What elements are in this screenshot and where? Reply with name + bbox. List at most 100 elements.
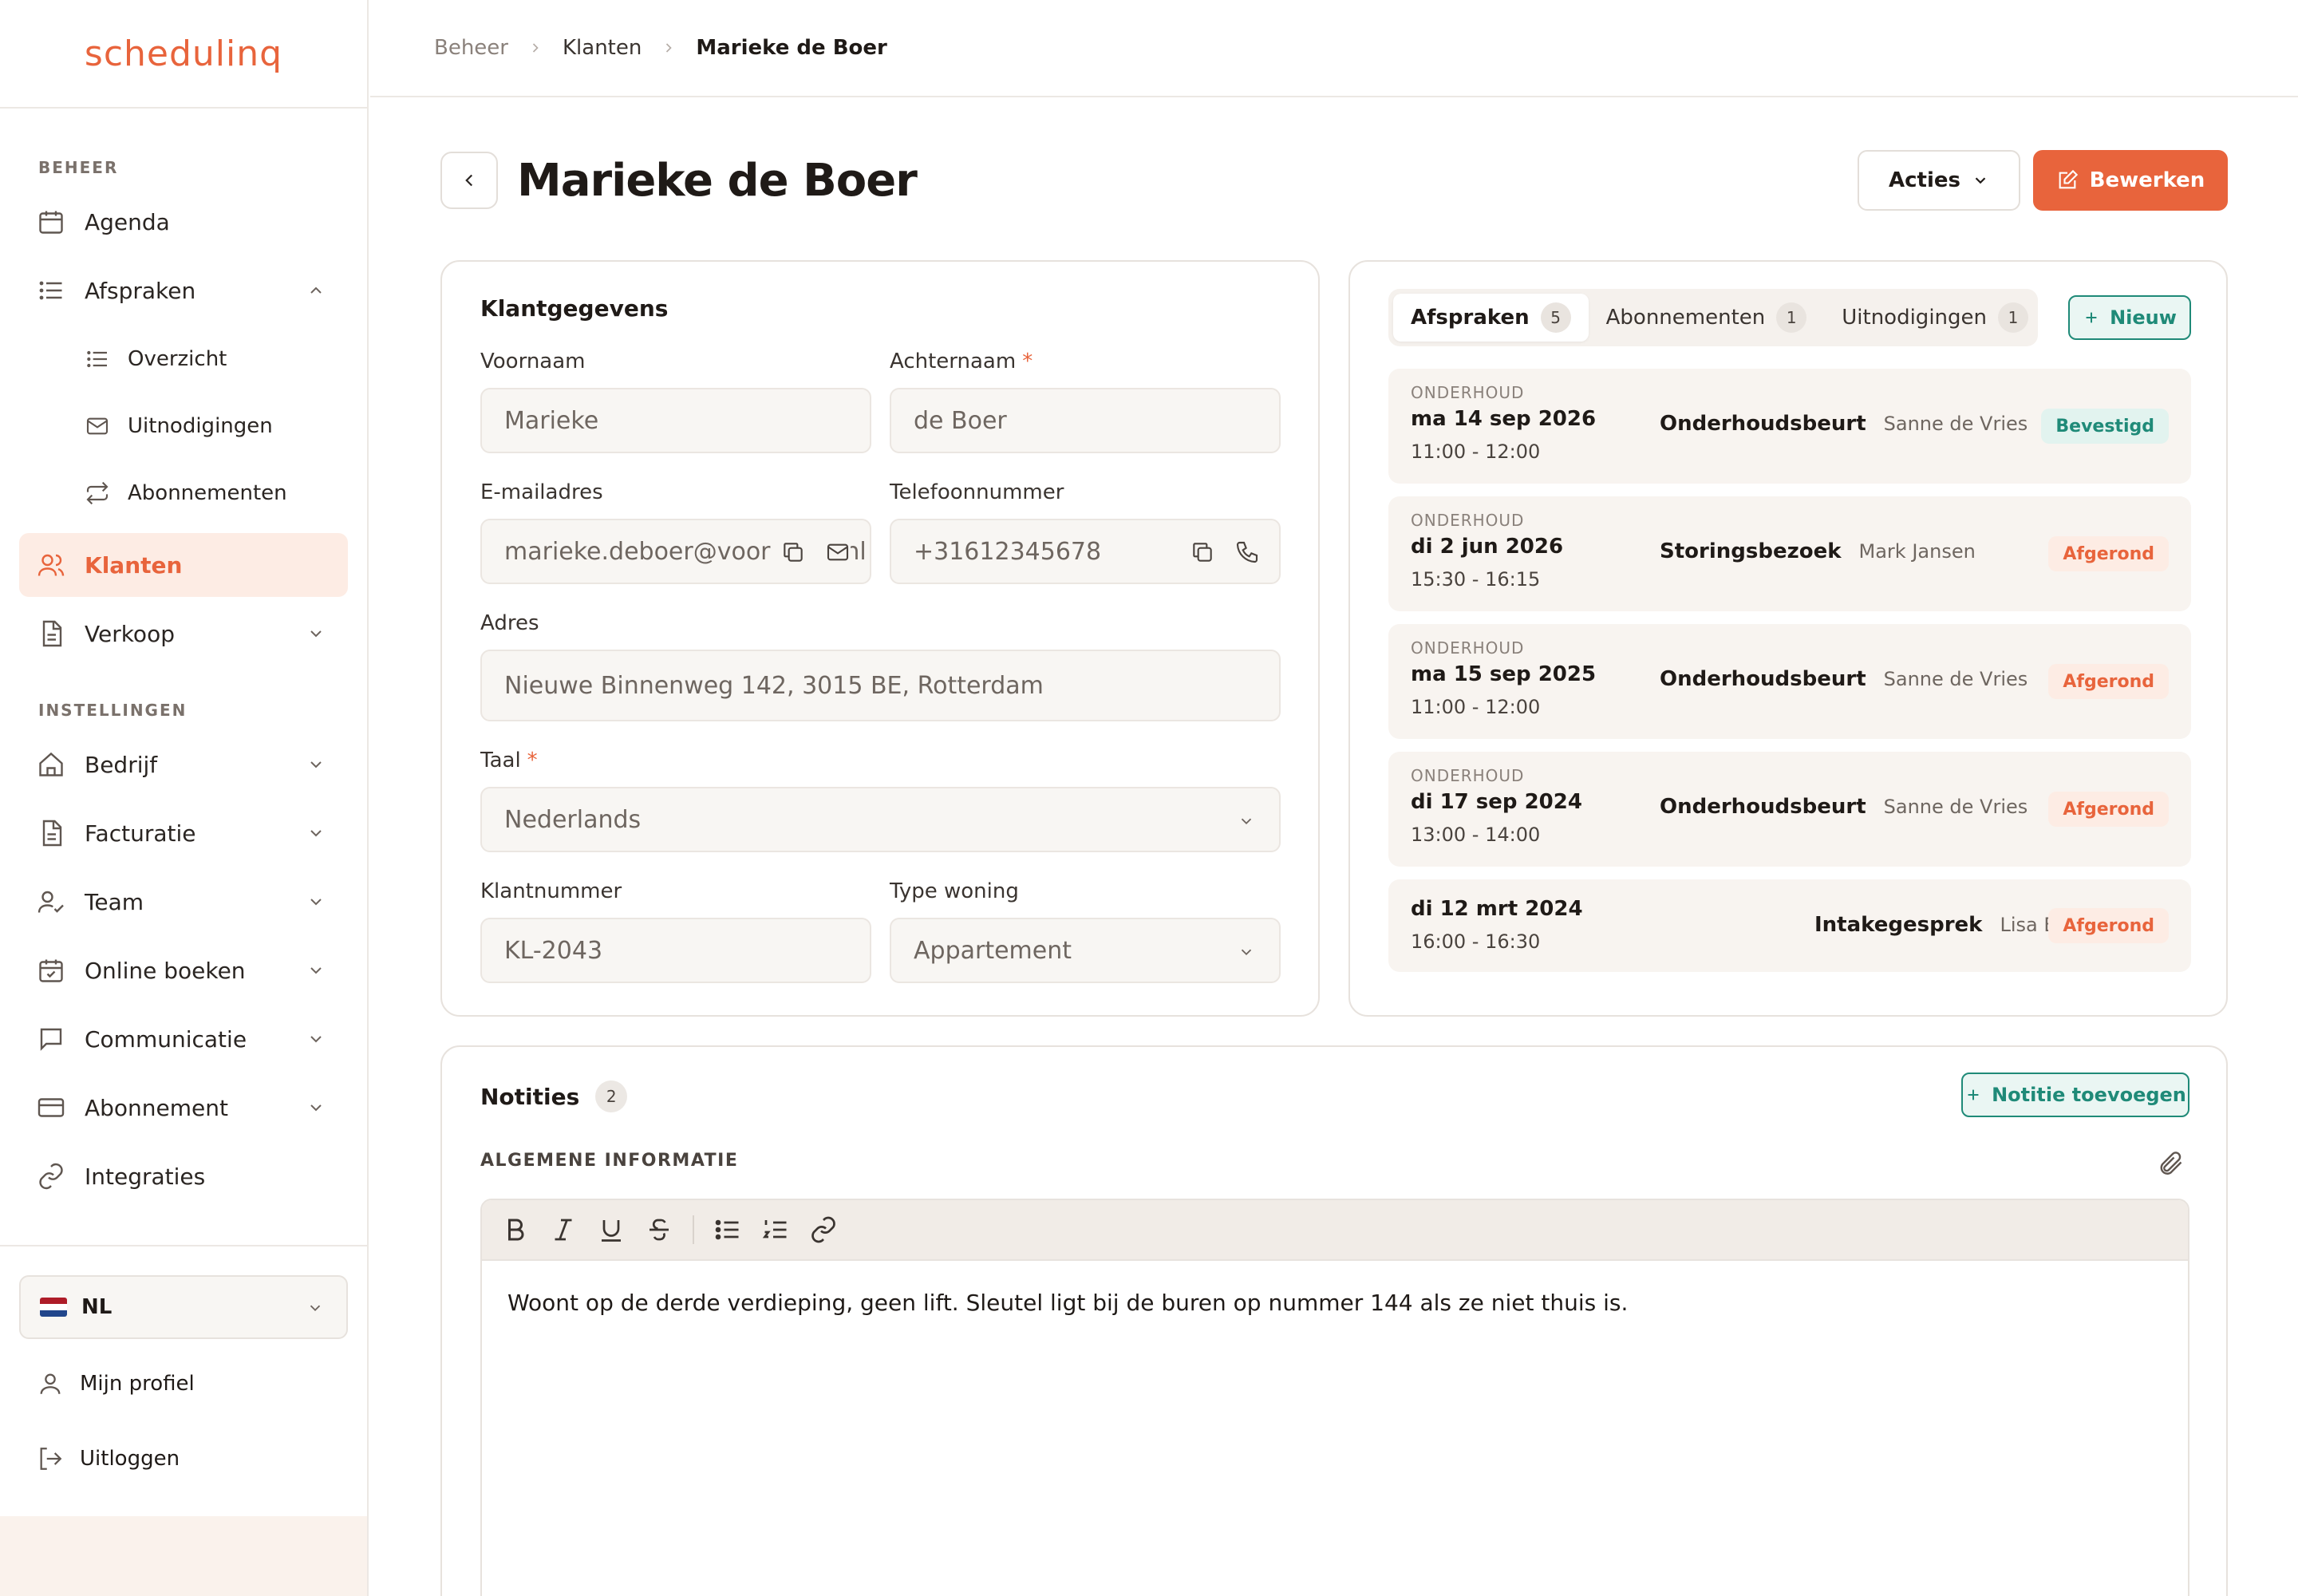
sidebar-item-communicatie[interactable]: Communicatie	[19, 1007, 348, 1071]
bold-icon[interactable]	[501, 1215, 530, 1244]
appointment-item[interactable]: ONDERHOUD di 17 sep 2024 13:00 - 14:00 O…	[1388, 752, 2191, 867]
note-text[interactable]: Woont op de derde verdieping, geen lift.…	[482, 1261, 2188, 1345]
chevron-down-icon	[310, 1104, 322, 1112]
appointment-technician: Sanne de Vries	[1883, 668, 2028, 690]
numbered-list-icon[interactable]	[761, 1215, 790, 1244]
sidebar-item-agenda[interactable]: Agenda	[19, 190, 348, 254]
new-appointment-button[interactable]: Nieuw	[2068, 295, 2191, 340]
users-icon	[38, 554, 65, 576]
sidebar-item-facturatie[interactable]: Facturatie	[19, 801, 348, 865]
edit-label: Bewerken	[2089, 168, 2205, 192]
chevron-left-icon	[465, 174, 473, 187]
appointment-technician: Mark Jansen	[1858, 540, 1976, 563]
chevron-down-icon	[310, 967, 322, 974]
woning-label: Type woning	[890, 879, 1019, 903]
sidebar: schedulinq BEHEER Agenda Afspraken Overz…	[0, 0, 369, 1596]
copy-icon[interactable]	[780, 539, 806, 565]
tab-uitnodigingen[interactable]: Uitnodigingen 1	[1824, 294, 2046, 342]
adres-field[interactable]: Nieuwe Binnenweg 142, 3015 BE, Rotterdam	[480, 650, 1281, 721]
actions-button[interactable]: Acties	[1858, 150, 2020, 211]
add-note-label: Notitie toevoegen	[1992, 1084, 2186, 1106]
link-icon[interactable]	[809, 1215, 838, 1244]
chevron-down-icon	[310, 630, 322, 638]
taal-select[interactable]: Nederlands	[480, 787, 1281, 852]
tab-afspraken[interactable]: Afspraken 5	[1393, 294, 1589, 342]
rich-text-editor[interactable]: Woont op de derde verdieping, geen lift.…	[480, 1199, 2189, 1596]
breadcrumb-item-klanten[interactable]: Klanten	[563, 36, 642, 60]
sidebar-item-online-boeken[interactable]: Online boeken	[19, 938, 348, 1002]
telefoon-field[interactable]: +31612345678	[890, 519, 1281, 584]
strikethrough-icon[interactable]	[645, 1215, 673, 1244]
sidebar-subitem-overzicht[interactable]: Overzicht	[19, 327, 348, 391]
mail-icon	[86, 417, 109, 435]
email-field[interactable]: marieke.deboer@voorbeeld.nl	[480, 519, 871, 584]
sidebar-item-label: Facturatie	[85, 820, 196, 847]
edit-button[interactable]: Bewerken	[2033, 150, 2228, 211]
sidebar-subitem-uitnodigingen[interactable]: Uitnodigingen	[19, 394, 348, 458]
status-badge: Afgerond	[2048, 664, 2169, 699]
calendar-icon	[39, 211, 63, 234]
achternaam-field[interactable]: de Boer	[890, 388, 1281, 453]
user-icon	[40, 1373, 61, 1394]
breadcrumb-item-beheer[interactable]: Beheer	[434, 36, 508, 60]
chevron-down-icon	[310, 899, 322, 906]
underline-icon[interactable]	[597, 1215, 626, 1244]
telefoon-actions	[1180, 539, 1260, 565]
sidebar-item-label: Bedrijf	[85, 751, 158, 778]
appointment-time: 15:30 - 16:15	[1411, 568, 1541, 591]
back-button[interactable]	[440, 152, 498, 209]
email-actions	[771, 539, 851, 565]
sidebar-item-bedrijf[interactable]: Bedrijf	[19, 733, 348, 796]
chevron-right-icon	[666, 43, 673, 53]
sidebar-item-afspraken[interactable]: Afspraken	[19, 259, 348, 322]
customer-details-title: Klantgegevens	[480, 295, 669, 322]
tab-count: 1	[1776, 302, 1807, 333]
calendar-check-icon	[39, 959, 63, 982]
app-logo[interactable]: schedulinq	[0, 0, 367, 109]
sidebar-item-abonnement[interactable]: Abonnement	[19, 1076, 348, 1140]
adres-label: Adres	[480, 611, 539, 635]
appointment-technician: Sanne de Vries	[1883, 413, 2028, 435]
paperclip-icon[interactable]	[2156, 1149, 2185, 1178]
appointment-item[interactable]: ONDERHOUD ma 15 sep 2025 11:00 - 12:00 O…	[1388, 624, 2191, 739]
appointment-item[interactable]: ONDERHOUD di 2 jun 2026 15:30 - 16:15 St…	[1388, 496, 2191, 611]
logout-link[interactable]: Uitloggen	[19, 1427, 348, 1491]
phone-icon[interactable]	[1234, 539, 1260, 565]
taal-value: Nederlands	[504, 805, 642, 834]
appointment-category: ONDERHOUD	[1411, 638, 1525, 658]
sidebar-item-team[interactable]: Team	[19, 870, 348, 934]
add-note-button[interactable]: Notitie toevoegen	[1961, 1073, 2189, 1117]
language-select[interactable]: NL	[19, 1275, 348, 1339]
italic-icon[interactable]	[549, 1215, 578, 1244]
bullet-list-icon[interactable]	[713, 1215, 742, 1244]
nav-section-instellingen: INSTELLINGEN	[38, 701, 188, 720]
appointment-service: Onderhoudsbeurt Sanne de Vries	[1660, 795, 2028, 819]
sidebar-item-label: Agenda	[85, 208, 170, 235]
sidebar-footer	[0, 1516, 367, 1596]
appointment-item[interactable]: di 12 mrt 2024 16:00 - 16:30 Intakegespr…	[1388, 879, 2191, 972]
sidebar-subitem-label: Overzicht	[128, 347, 227, 371]
woning-select[interactable]: Appartement	[890, 918, 1281, 983]
sidebar-item-label: Integraties	[85, 1163, 206, 1190]
document-icon	[42, 620, 62, 647]
sidebar-subitem-abonnementen[interactable]: Abonnementen	[19, 461, 348, 525]
customer-details-card: Klantgegevens Voornaam Marieke Achternaa…	[440, 260, 1320, 1017]
tab-abonnementen[interactable]: Abonnementen 1	[1589, 294, 1825, 342]
sidebar-item-klanten[interactable]: Klanten	[19, 533, 348, 597]
sidebar-item-integraties[interactable]: Integraties	[19, 1144, 348, 1208]
appointment-date: ma 14 sep 2026	[1411, 407, 1597, 431]
appointment-date: di 2 jun 2026	[1411, 535, 1564, 559]
mail-icon[interactable]	[825, 539, 851, 565]
list-icon	[87, 350, 107, 368]
taal-label: Taal *	[480, 749, 538, 772]
document-icon	[42, 820, 62, 847]
profile-link[interactable]: Mijn profiel	[19, 1352, 348, 1416]
repeat-icon	[86, 481, 109, 505]
appointment-item[interactable]: ONDERHOUD ma 14 sep 2026 11:00 - 12:00 O…	[1388, 369, 2191, 484]
notes-section-label: ALGEMENE INFORMATIE	[480, 1151, 739, 1171]
klantnummer-field[interactable]: KL-2043	[480, 918, 871, 983]
status-badge: Afgerond	[2048, 536, 2169, 571]
voornaam-field[interactable]: Marieke	[480, 388, 871, 453]
copy-icon[interactable]	[1190, 539, 1215, 565]
sidebar-item-verkoop[interactable]: Verkoop	[19, 602, 348, 666]
